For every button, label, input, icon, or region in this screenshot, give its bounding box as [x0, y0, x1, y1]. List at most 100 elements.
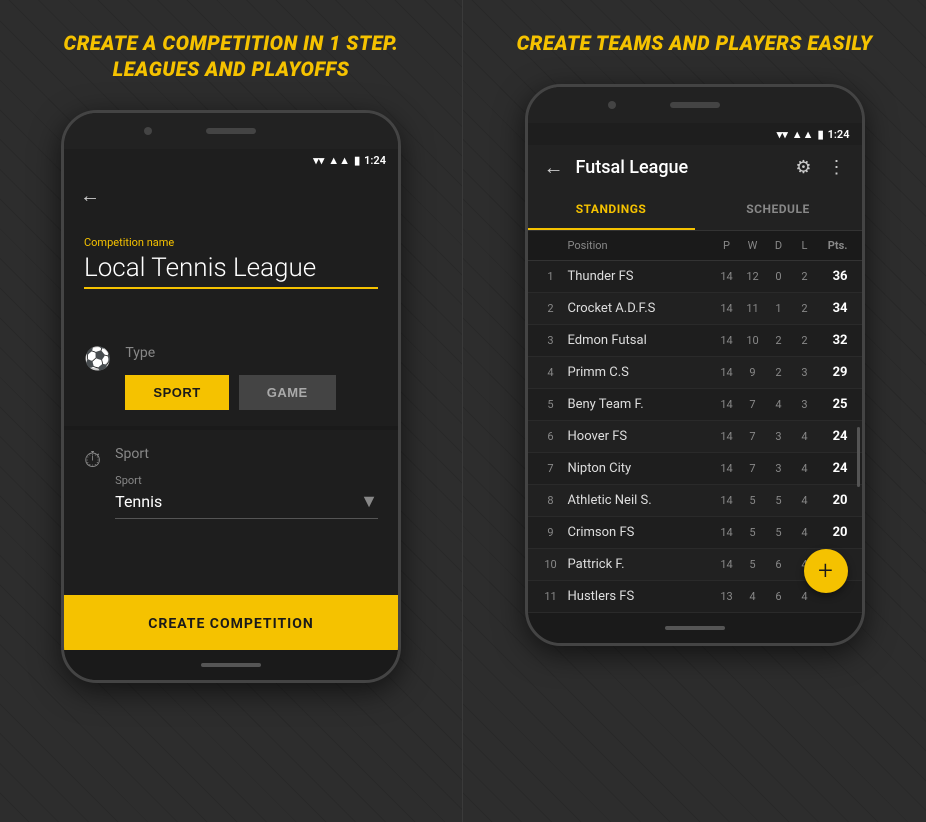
- row-l: 4: [792, 494, 818, 507]
- row-d: 6: [766, 558, 792, 571]
- signal-icon-right: ▲▲: [792, 128, 814, 141]
- speaker-right: [670, 102, 720, 108]
- row-d: 2: [766, 334, 792, 347]
- phone-top-bar-right: [528, 87, 862, 123]
- table-row[interactable]: 1 Thunder FS 14 12 0 2 36: [528, 261, 862, 293]
- table-row[interactable]: 4 Primm C.S 14 9 2 3 29: [528, 357, 862, 389]
- sport-dropdown[interactable]: Tennis ▼: [115, 491, 378, 519]
- row-l: 4: [792, 590, 818, 603]
- type-buttons: SPORT GAME: [125, 375, 378, 410]
- row-w: 5: [740, 526, 766, 539]
- sport-content: Sport Sport Tennis ▼: [115, 446, 378, 519]
- row-pts: 25: [818, 397, 848, 412]
- row-pts: 29: [818, 365, 848, 380]
- table-row[interactable]: 2 Crocket A.D.F.S 14 11 1 2 34: [528, 293, 862, 325]
- row-team-name: Crimson FS: [560, 525, 714, 540]
- row-w: 7: [740, 430, 766, 443]
- header-left: ← Futsal League: [544, 155, 689, 180]
- app-title: Futsal League: [576, 157, 689, 178]
- row-team-name: Crocket A.D.F.S: [560, 301, 714, 316]
- row-w: 5: [740, 558, 766, 571]
- row-position: 5: [542, 398, 560, 411]
- camera-right: [608, 101, 616, 109]
- tabs-bar: STANDINGS SCHEDULE: [528, 190, 862, 231]
- row-p: 14: [714, 462, 740, 475]
- dropdown-arrow-icon: ▼: [360, 491, 378, 512]
- status-bar-right: ▾▾ ▲▲ ▮ 1:24: [528, 123, 862, 145]
- competition-name-label: Competition name: [84, 236, 378, 249]
- table-row[interactable]: 8 Athletic Neil S. 14 5 5 4 20: [528, 485, 862, 517]
- tab-standings[interactable]: STANDINGS: [528, 190, 695, 230]
- row-l: 3: [792, 366, 818, 379]
- app-header-left: ←: [64, 171, 398, 220]
- table-row[interactable]: 9 Crimson FS 14 5 5 4 20: [528, 517, 862, 549]
- header-l: L: [792, 239, 818, 252]
- row-l: 4: [792, 526, 818, 539]
- row-pts: 20: [818, 493, 848, 508]
- back-button-left[interactable]: ←: [80, 183, 100, 208]
- sport-section-label: Sport: [115, 446, 378, 462]
- row-d: 0: [766, 270, 792, 283]
- sport-button[interactable]: SPORT: [125, 375, 228, 410]
- row-position: 9: [542, 526, 560, 539]
- status-icons-left: ▾▾ ▲▲ ▮ 1:24: [313, 154, 386, 167]
- row-position: 2: [542, 302, 560, 315]
- create-competition-bar[interactable]: CREATE COMPETITION: [64, 595, 398, 650]
- row-pts: 36: [818, 269, 848, 284]
- right-panel: CREATE TEAMS AND PLAYERS EASILY ▾▾ ▲▲ ▮ …: [463, 0, 926, 822]
- table-row[interactable]: 3 Edmon Futsal 14 10 2 2 32: [528, 325, 862, 357]
- row-position: 7: [542, 462, 560, 475]
- row-position: 8: [542, 494, 560, 507]
- row-w: 9: [740, 366, 766, 379]
- row-d: 2: [766, 366, 792, 379]
- tab-schedule[interactable]: SCHEDULE: [695, 190, 862, 230]
- sport-icon: ⏱: [84, 448, 101, 473]
- competition-name-value[interactable]: Local Tennis League: [84, 253, 378, 289]
- sport-selected-value: Tennis: [115, 492, 162, 511]
- header-team: Position: [560, 239, 714, 252]
- speaker-left: [206, 128, 256, 134]
- row-l: 4: [792, 462, 818, 475]
- row-pts: 34: [818, 301, 848, 316]
- header-action-icons: ⚙ ⋮: [795, 157, 845, 178]
- table-row[interactable]: 6 Hoover FS 14 7 3 4 24: [528, 421, 862, 453]
- row-w: 7: [740, 462, 766, 475]
- row-position: 11: [542, 590, 560, 603]
- row-l: 2: [792, 270, 818, 283]
- row-position: 3: [542, 334, 560, 347]
- row-p: 14: [714, 398, 740, 411]
- row-team-name: Pattrick F.: [560, 557, 714, 572]
- sport-dropdown-label: Sport: [115, 474, 378, 487]
- row-l: 4: [792, 430, 818, 443]
- row-d: 3: [766, 430, 792, 443]
- back-button-right[interactable]: ←: [544, 155, 564, 180]
- phone-bottom-bar-left: [64, 650, 398, 680]
- row-team-name: Primm C.S: [560, 365, 714, 380]
- status-icons-right: ▾▾ ▲▲ ▮ 1:24: [777, 128, 850, 141]
- more-options-icon[interactable]: ⋮: [828, 157, 846, 178]
- left-title: CREATE A COMPETITION IN 1 STEP. LEAGUES …: [63, 30, 398, 82]
- form-spacer: [64, 535, 398, 595]
- game-button[interactable]: GAME: [239, 375, 336, 410]
- table-row[interactable]: 7 Nipton City 14 7 3 4 24: [528, 453, 862, 485]
- row-position: 10: [542, 558, 560, 571]
- row-team-name: Beny Team F.: [560, 397, 714, 412]
- row-p: 13: [714, 590, 740, 603]
- header-p: P: [714, 239, 740, 252]
- time-right: 1:24: [828, 128, 850, 141]
- type-content: Type SPORT GAME: [125, 345, 378, 410]
- left-panel: CREATE A COMPETITION IN 1 STEP. LEAGUES …: [0, 0, 463, 822]
- row-p: 14: [714, 334, 740, 347]
- wifi-icon: ▾▾: [313, 154, 324, 167]
- row-pts: 24: [818, 461, 848, 476]
- settings-icon[interactable]: ⚙: [795, 157, 811, 178]
- fab-add-button[interactable]: +: [804, 549, 848, 593]
- row-pts: 32: [818, 333, 848, 348]
- row-pts: 20: [818, 525, 848, 540]
- row-team-name: Hustlers FS: [560, 589, 714, 604]
- row-w: 4: [740, 590, 766, 603]
- table-row[interactable]: 5 Beny Team F. 14 7 4 3 25: [528, 389, 862, 421]
- phone-right: ▾▾ ▲▲ ▮ 1:24 ← Futsal League ⚙ ⋮ STANDIN…: [525, 84, 865, 646]
- phone-top-bar-left: [64, 113, 398, 149]
- header-pts: Pts.: [818, 239, 848, 252]
